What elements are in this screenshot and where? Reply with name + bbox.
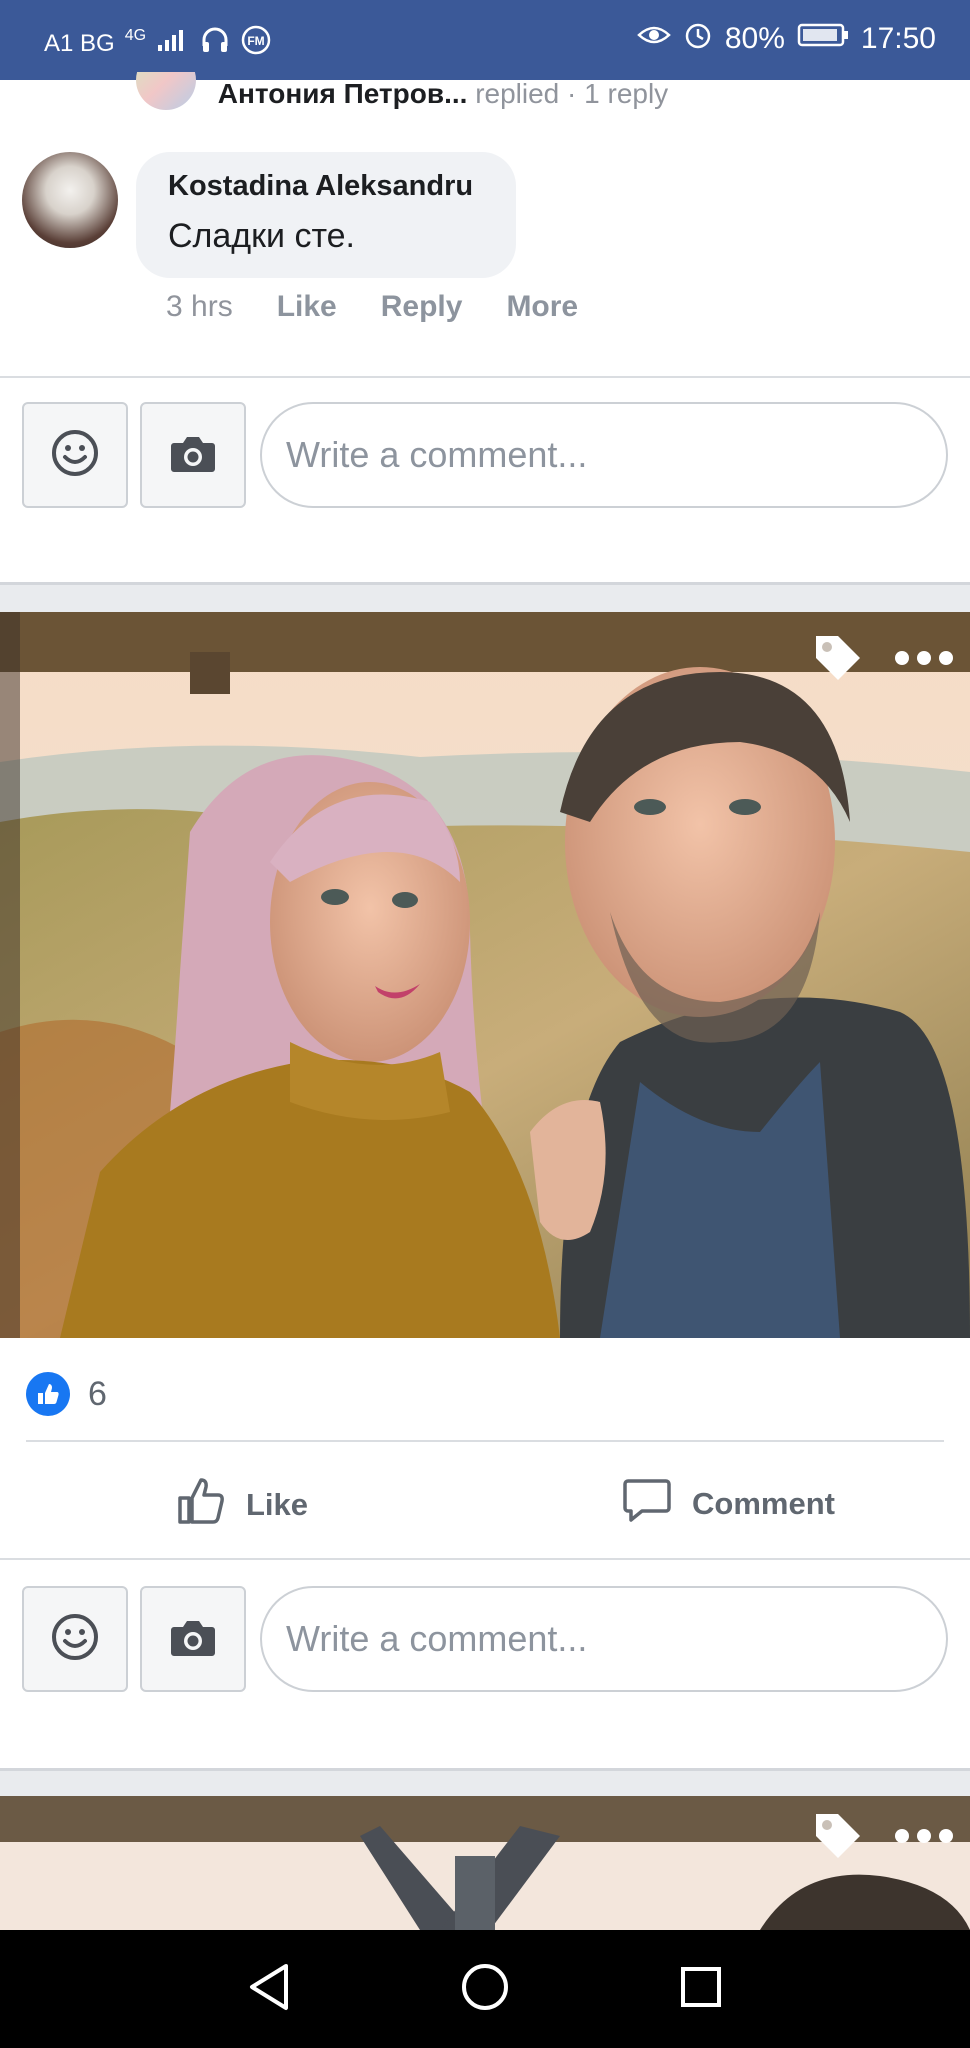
home-nav-icon (459, 1961, 511, 2018)
reply-separator: · (567, 78, 585, 110)
comment-more-link[interactable]: More (506, 290, 578, 324)
headphones-icon (200, 26, 230, 61)
reply-summary[interactable]: Антония Петров... replied · 1 reply (136, 72, 668, 112)
like-icon (176, 1476, 226, 1534)
back-nav-icon (246, 1962, 292, 2017)
next-post-photo[interactable] (0, 1796, 970, 1930)
commenter-avatar[interactable] (22, 152, 118, 248)
emoji-button[interactable] (22, 1586, 128, 1692)
tag-icon (812, 1810, 864, 1867)
comment-bubble[interactable]: Kostadina Aleksandru Сладки сте. (136, 152, 516, 278)
tag-photo-button[interactable] (808, 632, 868, 688)
comment-text: Сладки сте. (168, 217, 355, 255)
comment-input[interactable] (260, 402, 948, 508)
clock-time: 17:50 (860, 21, 936, 55)
comment-input[interactable] (260, 1586, 948, 1692)
comment-like-link[interactable]: Like (277, 290, 337, 324)
reply-count: 1 reply (584, 78, 669, 110)
eye-comfort-icon (637, 22, 671, 55)
back-button[interactable] (236, 1956, 302, 2022)
camera-button[interactable] (140, 1586, 246, 1692)
status-right: 80% 17:50 (637, 20, 936, 57)
status-bar: A1 BG 4G FM 80% 17:50 (0, 0, 970, 80)
comment-composer (22, 1586, 948, 1692)
reply-action: replied (475, 78, 560, 110)
carrier-label: A1 BG (44, 29, 115, 57)
svg-text:FM: FM (247, 34, 264, 48)
comment-reply-link[interactable]: Reply (381, 290, 463, 324)
signal-icon (156, 27, 190, 60)
comment-button[interactable]: Comment (622, 1476, 835, 1532)
reply-avatar (136, 72, 196, 110)
comment-composer (22, 402, 948, 508)
recents-button[interactable] (668, 1956, 734, 2022)
camera-button[interactable] (140, 402, 246, 508)
like-button[interactable]: Like (176, 1476, 308, 1534)
photo-more-button[interactable] (892, 1816, 956, 1860)
reply-author: Антония Петров... (217, 78, 468, 110)
recents-nav-icon (678, 1964, 724, 2015)
status-left: A1 BG 4G FM (44, 24, 272, 63)
emoji-icon (50, 1612, 100, 1667)
next-post-card (0, 1796, 970, 1930)
comment-card: Антония Петров... replied · 1 reply Kost… (0, 72, 970, 585)
camera-icon (168, 431, 218, 480)
battery-icon (797, 22, 849, 55)
fm-radio-icon: FM (240, 24, 272, 63)
photo-post-card: 6 Like Comment (0, 612, 970, 1771)
comment-meta: 3 hrs Like Reply More (166, 290, 578, 324)
more-options-icon (894, 1828, 954, 1849)
like-button-label: Like (246, 1487, 309, 1522)
post-actions: Like Comment (0, 1456, 970, 1550)
comment-icon (622, 1476, 672, 1532)
photo-more-button[interactable] (892, 638, 956, 682)
comment-author[interactable]: Kostadina Aleksandru (168, 170, 484, 203)
divider (0, 376, 970, 378)
post-photo-image (0, 612, 970, 1338)
like-count: 6 (88, 1374, 107, 1413)
more-options-icon (894, 650, 954, 671)
reaction-summary[interactable]: 6 (26, 1372, 107, 1416)
camera-icon (168, 1615, 218, 1664)
battery-percent: 80% (724, 21, 785, 55)
tag-icon (812, 632, 864, 689)
tag-photo-button[interactable] (808, 1810, 868, 1866)
home-button[interactable] (452, 1956, 518, 2022)
alarm-icon (683, 20, 713, 57)
network-label: 4G (124, 26, 147, 44)
divider (0, 1558, 970, 1560)
reaction-like-icon (26, 1372, 70, 1416)
divider (26, 1440, 944, 1442)
comment-button-label: Comment (692, 1486, 835, 1521)
system-nav-bar (0, 1930, 970, 2048)
emoji-icon (50, 428, 100, 483)
comment-time: 3 hrs (166, 290, 233, 323)
emoji-button[interactable] (22, 402, 128, 508)
post-photo[interactable] (0, 612, 970, 1338)
